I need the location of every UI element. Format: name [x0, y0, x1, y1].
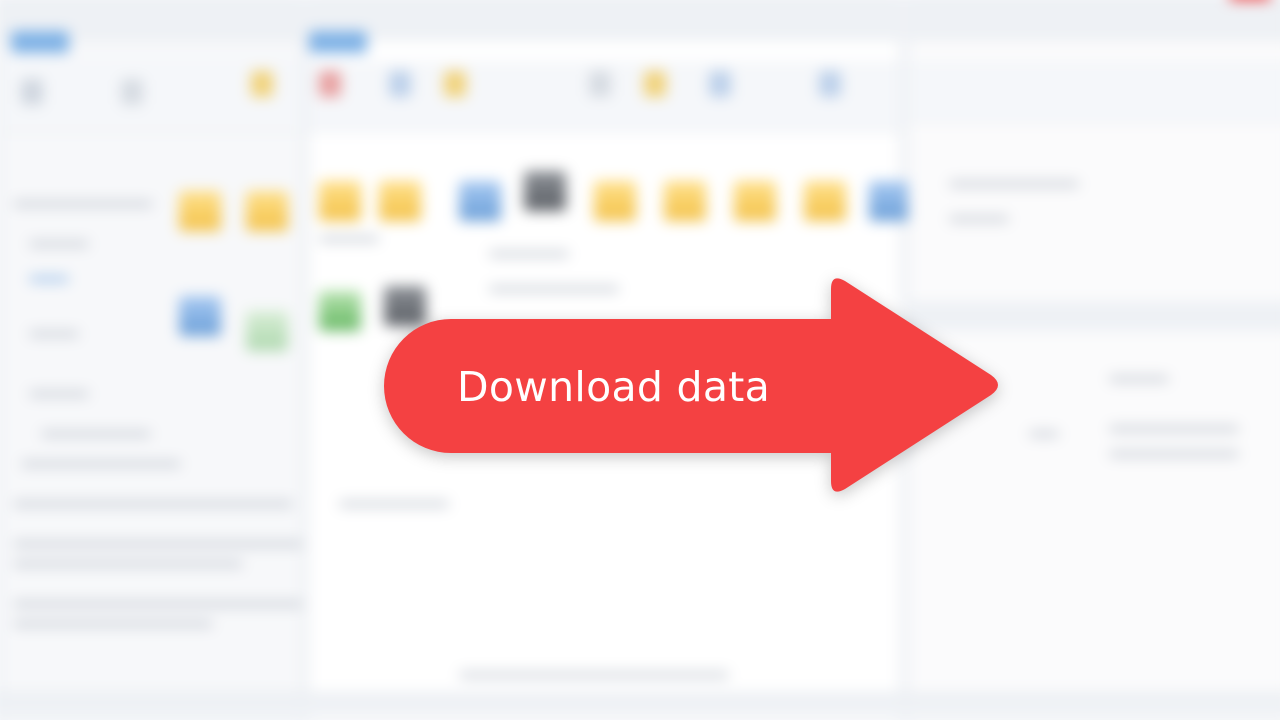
toolbar-icon[interactable]: [121, 79, 143, 105]
tree-item[interactable]: [21, 461, 181, 467]
folder-icon[interactable]: [319, 181, 361, 221]
log-line: [13, 561, 243, 567]
folder-icon[interactable]: [379, 181, 421, 221]
left-panel: [0, 0, 303, 720]
log-line: [13, 621, 213, 627]
detail-line: [949, 181, 1079, 187]
log-line: [13, 601, 303, 607]
file-label: [489, 251, 569, 257]
file-label: [339, 501, 449, 507]
middle-tab[interactable]: [309, 31, 367, 53]
folder-icon[interactable]: [251, 71, 273, 97]
callout-label: Download data: [457, 363, 771, 411]
toolbar-icon[interactable]: [319, 71, 341, 97]
folder-icon[interactable]: [179, 191, 221, 231]
detail-line: [1109, 451, 1239, 457]
screen: Download data: [0, 0, 1280, 720]
right-ribbon: [909, 61, 1280, 122]
file-icon[interactable]: [459, 181, 501, 221]
horizontal-scrollbar[interactable]: [459, 671, 729, 679]
file-icon[interactable]: [246, 311, 288, 351]
log-line: [13, 501, 293, 507]
folder-icon[interactable]: [594, 181, 636, 221]
file-icon[interactable]: [319, 291, 361, 331]
middle-ribbon: [309, 61, 899, 132]
tree-item[interactable]: [29, 241, 89, 247]
detail-line: [1109, 376, 1169, 382]
left-tab[interactable]: [11, 31, 69, 53]
tree-item[interactable]: [29, 391, 89, 397]
detail-line: [1109, 426, 1239, 432]
tree-item[interactable]: [41, 431, 151, 437]
right-titlebar: [909, 1, 1280, 40]
file-icon[interactable]: [869, 181, 911, 221]
detail-line: [1029, 431, 1059, 437]
tree-item[interactable]: [29, 276, 69, 282]
folder-icon[interactable]: [804, 181, 846, 221]
detail-line: [949, 216, 1009, 222]
toolbar-icon[interactable]: [709, 71, 731, 97]
file-label: [319, 236, 379, 242]
left-ribbon: [1, 61, 301, 132]
status-bar: [0, 692, 1280, 715]
tree-item[interactable]: [13, 201, 153, 207]
download-data-callout[interactable]: Download data: [383, 275, 1003, 500]
middle-titlebar: [309, 1, 899, 40]
toolbar-icon[interactable]: [819, 71, 841, 97]
folder-icon[interactable]: [246, 191, 288, 231]
toolbar-icon[interactable]: [389, 71, 411, 97]
tree-item[interactable]: [29, 331, 79, 337]
file-icon[interactable]: [179, 296, 221, 336]
toolbar-icon[interactable]: [644, 71, 666, 97]
log-line: [13, 541, 303, 547]
toolbar-icon[interactable]: [21, 79, 43, 105]
toolbar-icon[interactable]: [589, 71, 611, 97]
toolbar-icon[interactable]: [444, 71, 466, 97]
file-icon[interactable]: [524, 171, 566, 211]
folder-icon[interactable]: [734, 181, 776, 221]
folder-icon[interactable]: [664, 181, 706, 221]
